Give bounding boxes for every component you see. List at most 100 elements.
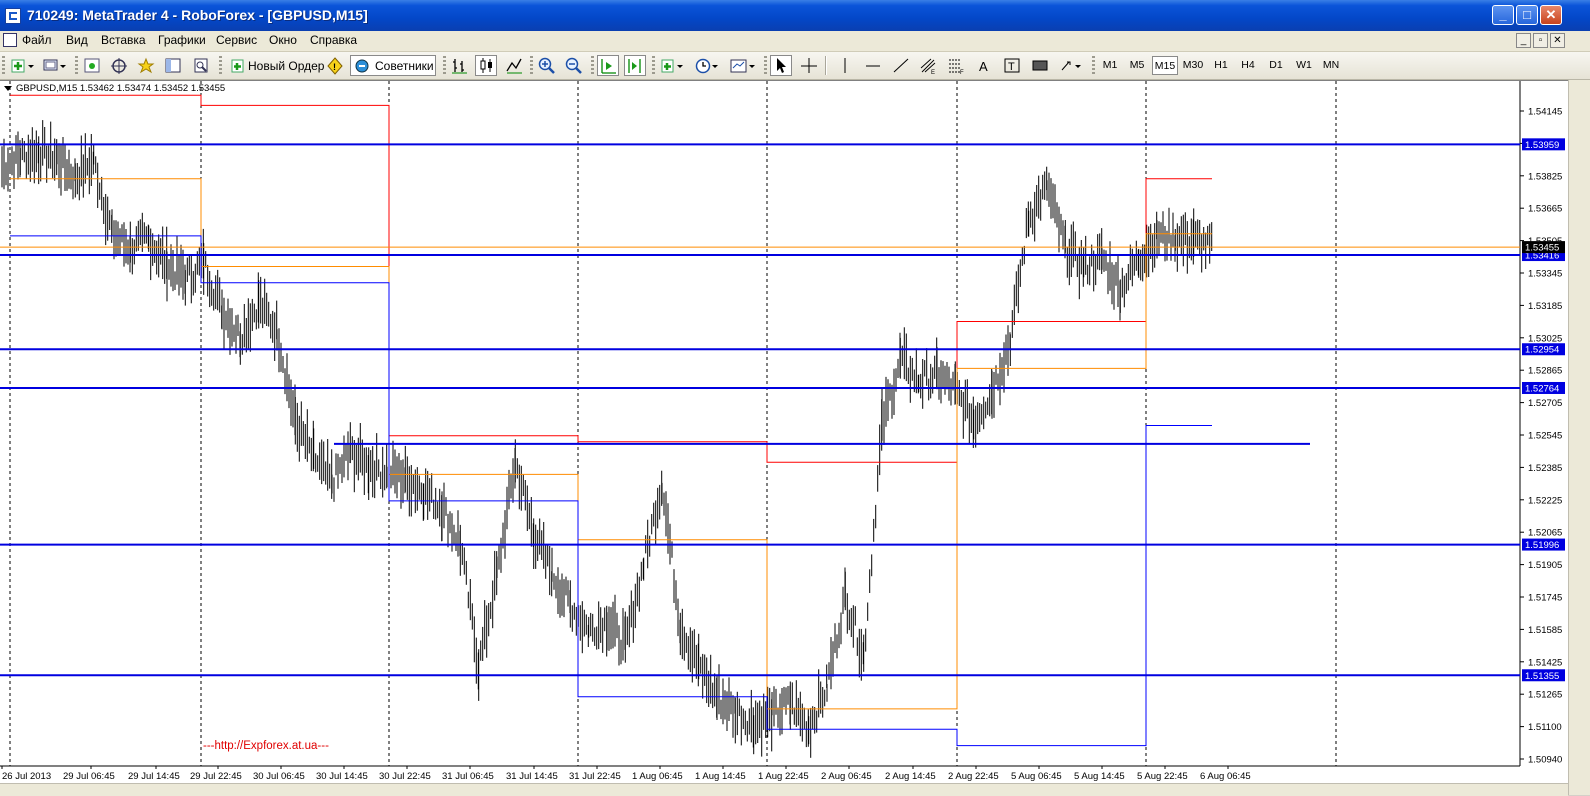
time-tick-label: 2 Aug 14:45 bbox=[885, 771, 936, 782]
rectangle-shape-icon[interactable] bbox=[1029, 55, 1051, 76]
mdi-close-button[interactable]: ✕ bbox=[1550, 33, 1565, 48]
timeframe-h4-button[interactable]: H4 bbox=[1235, 56, 1261, 75]
price-tick-label: 1.52865 bbox=[1528, 366, 1562, 377]
timeframe-h1-button[interactable]: H1 bbox=[1208, 56, 1234, 75]
price-tick-label: 1.51745 bbox=[1528, 593, 1562, 604]
crosshair-icon[interactable] bbox=[798, 55, 820, 76]
text-label-icon[interactable]: T bbox=[1001, 55, 1023, 76]
level-price-label: 1.53959 bbox=[1525, 140, 1559, 151]
auto-scroll-icon[interactable] bbox=[597, 55, 619, 76]
time-tick-label: 5 Aug 14:45 bbox=[1074, 771, 1125, 782]
mdi-minimize-button[interactable]: _ bbox=[1516, 33, 1531, 48]
toolbar-grip[interactable] bbox=[2, 56, 5, 75]
templates-icon[interactable] bbox=[727, 55, 757, 76]
toolbar-grip[interactable] bbox=[591, 56, 594, 75]
chart-document-icon[interactable] bbox=[3, 33, 17, 47]
price-tick-label: 1.51425 bbox=[1528, 657, 1562, 668]
toolbar-grip[interactable] bbox=[652, 56, 655, 75]
timeframe-m1-button[interactable]: M1 bbox=[1097, 56, 1123, 75]
price-tick-label: 1.50940 bbox=[1528, 755, 1562, 766]
fibonacci-retracement-icon[interactable]: F bbox=[945, 55, 967, 76]
candlestick-chart-icon[interactable] bbox=[475, 55, 497, 76]
market-watch-icon[interactable] bbox=[81, 55, 103, 76]
timeframe-m5-button[interactable]: M5 bbox=[1124, 56, 1150, 75]
price-chart[interactable]: 1.541451.539851.538251.536651.535051.533… bbox=[0, 81, 1568, 783]
timeframe-d1-button[interactable]: D1 bbox=[1263, 56, 1289, 75]
strategy-tester-icon[interactable] bbox=[190, 55, 212, 76]
maximize-button[interactable]: □ bbox=[1516, 5, 1538, 25]
menu-tools[interactable]: Сервис bbox=[216, 33, 257, 47]
toolbar-grip[interactable] bbox=[443, 56, 446, 75]
chart-dropdown-marker-icon[interactable] bbox=[4, 86, 12, 91]
chart-shift-icon[interactable] bbox=[624, 55, 646, 76]
profiles-icon[interactable] bbox=[40, 55, 68, 76]
terminal-icon[interactable] bbox=[162, 55, 184, 76]
symbol-ohlc-info: GBPUSD,M15 1.53462 1.53474 1.53452 1.534… bbox=[16, 83, 226, 94]
indicators-icon[interactable] bbox=[658, 55, 686, 76]
expert-warning-icon[interactable]: ! bbox=[324, 55, 346, 76]
timeframe-m30-button[interactable]: M30 bbox=[1180, 56, 1206, 75]
toolbar: Новый Ордер ! Советники E F A T M1 M5 M1… bbox=[0, 52, 1590, 124]
menu-insert[interactable]: Вставка bbox=[101, 33, 146, 47]
toolbar-grip[interactable] bbox=[1092, 56, 1095, 75]
title-bar: 710249: MetaTrader 4 - RoboForex - [GBPU… bbox=[0, 0, 1590, 31]
svg-text:!: ! bbox=[333, 62, 336, 72]
svg-text:T: T bbox=[1008, 61, 1015, 73]
toolbar-grip[interactable] bbox=[530, 56, 533, 75]
arrows-dropdown-icon[interactable] bbox=[1057, 55, 1085, 76]
trendline-icon[interactable] bbox=[890, 55, 912, 76]
vertical-line-icon[interactable] bbox=[834, 55, 856, 76]
price-tick-label: 1.51100 bbox=[1528, 722, 1562, 733]
toolbar-separator bbox=[825, 56, 827, 75]
time-tick-label: 30 Jul 14:45 bbox=[316, 771, 368, 782]
timeframe-mn-button[interactable]: MN bbox=[1318, 56, 1344, 75]
toolbar-grip[interactable] bbox=[75, 56, 78, 75]
svg-text:A: A bbox=[979, 59, 988, 74]
zoom-out-icon[interactable] bbox=[563, 55, 585, 76]
bottom-scrollbar[interactable] bbox=[0, 783, 1568, 796]
minimize-button[interactable]: _ bbox=[1492, 5, 1514, 25]
timeframe-m15-button[interactable]: M15 bbox=[1152, 56, 1178, 75]
daily-low-step-line bbox=[10, 235, 1212, 747]
timeframe-w1-button[interactable]: W1 bbox=[1291, 56, 1317, 75]
menu-view[interactable]: Вид bbox=[66, 33, 88, 47]
time-tick-label: 1 Aug 06:45 bbox=[632, 771, 683, 782]
daily-high-step-line bbox=[10, 94, 1212, 463]
time-tick-label: 6 Aug 06:45 bbox=[1200, 771, 1251, 782]
text-tool-icon[interactable]: A bbox=[973, 55, 995, 76]
horizontal-line-icon[interactable] bbox=[862, 55, 884, 76]
periods-clock-icon[interactable] bbox=[692, 55, 720, 76]
chart-window[interactable]: 1.541451.539851.538251.536651.535051.533… bbox=[0, 80, 1568, 783]
time-tick-label: 29 Jul 06:45 bbox=[63, 771, 115, 782]
menu-help[interactable]: Справка bbox=[310, 33, 357, 47]
price-tick-label: 1.52385 bbox=[1528, 463, 1562, 474]
price-tick-label: 1.52065 bbox=[1528, 528, 1562, 539]
new-order-label: Новый Ордер bbox=[248, 59, 325, 73]
menu-charts[interactable]: Графики bbox=[158, 33, 206, 47]
time-tick-label: 5 Aug 22:45 bbox=[1137, 771, 1188, 782]
time-tick-label: 29 Jul 14:45 bbox=[128, 771, 180, 782]
toolbar-grip[interactable] bbox=[764, 56, 767, 75]
watermark-link: ---http://Expforex.at.ua--- bbox=[203, 740, 329, 752]
metatrader-app-icon[interactable] bbox=[5, 8, 21, 24]
navigator-icon[interactable] bbox=[108, 55, 130, 76]
expert-advisors-button[interactable]: Советники bbox=[350, 55, 436, 76]
level-price-label: 1.51996 bbox=[1525, 540, 1559, 551]
menu-window[interactable]: Окно bbox=[269, 33, 297, 47]
equidistant-channel-icon[interactable]: E bbox=[917, 55, 939, 76]
time-tick-label: 1 Aug 22:45 bbox=[758, 771, 809, 782]
cursor-icon[interactable] bbox=[770, 55, 792, 76]
time-tick-label: 30 Jul 06:45 bbox=[253, 771, 305, 782]
close-button[interactable]: ✕ bbox=[1540, 5, 1562, 25]
right-scroll-strip[interactable] bbox=[1568, 80, 1590, 795]
toolbar-grip[interactable] bbox=[219, 56, 222, 75]
favorites-icon[interactable] bbox=[135, 55, 157, 76]
line-chart-icon[interactable] bbox=[503, 55, 525, 76]
price-tick-label: 1.52545 bbox=[1528, 431, 1562, 442]
menu-file[interactable]: Файл bbox=[22, 33, 52, 47]
zoom-in-icon[interactable] bbox=[536, 55, 558, 76]
mdi-restore-button[interactable]: ▫ bbox=[1533, 33, 1548, 48]
bar-chart-icon[interactable] bbox=[448, 55, 470, 76]
level-price-label: 1.52764 bbox=[1525, 383, 1559, 394]
new-chart-icon[interactable] bbox=[8, 55, 36, 76]
